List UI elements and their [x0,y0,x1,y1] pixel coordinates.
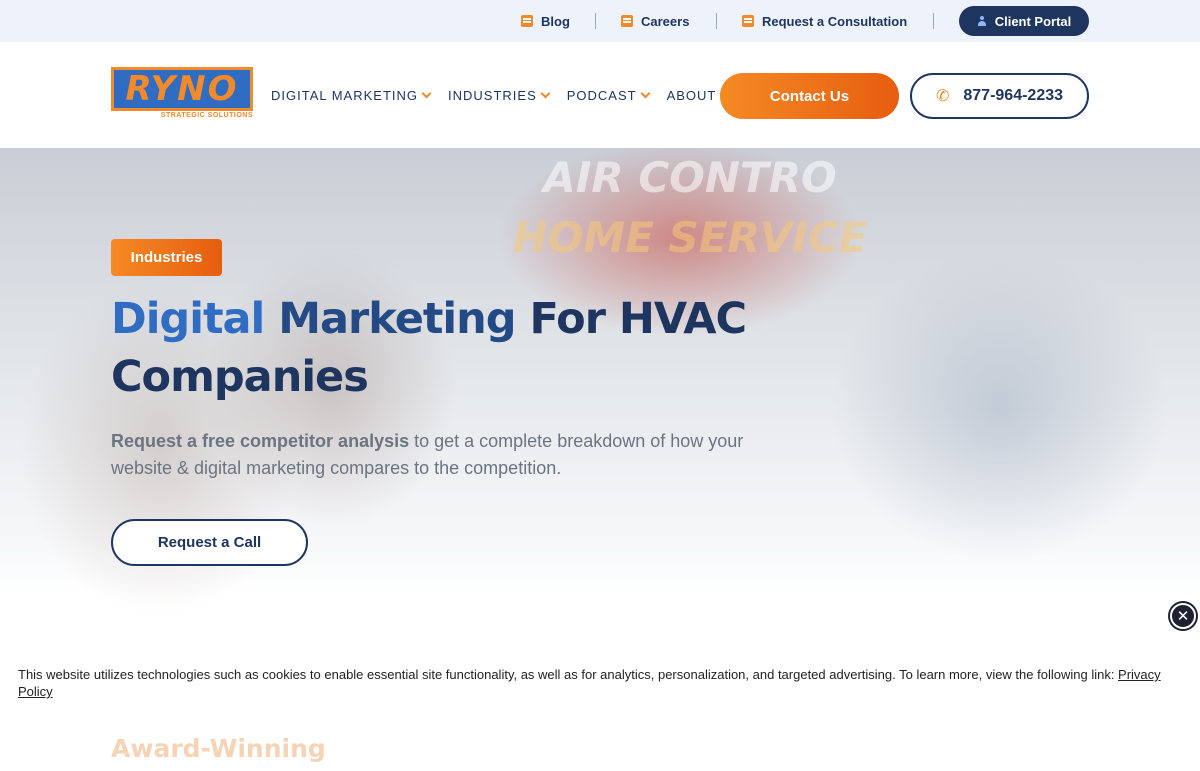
consultation-label: Request a Consultation [762,13,908,29]
nav-menu: DIGITAL MARKETING INDUSTRIES PODCAST ABO… [271,42,730,148]
blog-icon [521,15,533,27]
nav-item-label: PODCAST [566,87,637,103]
chevron-down-icon [540,88,551,98]
blog-link[interactable]: Blog [521,0,570,42]
user-icon [977,16,987,26]
phone-icon: ✆ [935,88,950,105]
banner-text-line2: HOME SERVICE [512,213,868,262]
divider [933,13,934,29]
hero-description-bold: Request a free competitor analysis [111,431,410,451]
logo-tagline: STRATEGIC SOLUTIONS [160,112,253,119]
logo-mark: RYNO [111,67,253,111]
industries-badge: Industries [111,239,222,276]
hero-background-photo: AIR CONTRO HOME SERVICE [480,148,900,268]
careers-icon [621,15,633,27]
title-highlight: Digital [111,294,279,344]
nav-item-industries[interactable]: INDUSTRIES [448,87,551,103]
chevron-down-icon [640,88,651,98]
close-icon[interactable]: ✕ [1170,603,1196,629]
ryno-logo[interactable]: RYNO STRATEGIC SOLUTIONS [111,67,253,123]
nav-item-digital-marketing[interactable]: DIGITAL MARKETING [271,87,432,103]
phone-number: 877-964-2233 [963,87,1064,104]
award-heading: Award-Winning [111,734,326,763]
client-portal-label: Client Portal [994,13,1072,29]
calendar-icon [742,15,754,27]
divider [595,13,596,29]
nav-item-label: ABOUT [666,87,717,103]
nav-item-podcast[interactable]: PODCAST [566,87,651,103]
consultation-link[interactable]: Request a Consultation [742,0,907,42]
chevron-down-icon [421,88,432,98]
main-nav: RYNO STRATEGIC SOLUTIONS DIGITAL MARKETI… [0,42,1200,148]
cookie-notice: This website utilizes technologies such … [18,666,1188,700]
blog-label: Blog [541,13,570,29]
client-portal-button[interactable]: Client Portal [959,6,1089,36]
nav-item-label: INDUSTRIES [448,87,537,103]
hero-description: Request a free competitor analysis to ge… [111,428,771,482]
cookie-notice-text: This website utilizes technologies such … [18,667,1119,682]
careers-label: Careers [641,13,690,29]
divider [716,13,717,29]
contact-us-button[interactable]: Contact Us [720,73,899,119]
phone-button[interactable]: ✆ 877-964-2233 [910,73,1089,119]
page-title: Digital Marketing For HVAC Companies [111,290,811,406]
careers-link[interactable]: Careers [621,0,689,42]
title-highlight: Marketing [278,294,516,344]
nav-item-label: DIGITAL MARKETING [271,87,419,103]
banner-text-line1: AIR CONTRO [543,153,837,202]
request-call-button[interactable]: Request a Call [111,519,308,566]
utility-bar: Blog Careers Request a Consultation Clie… [0,0,1200,42]
